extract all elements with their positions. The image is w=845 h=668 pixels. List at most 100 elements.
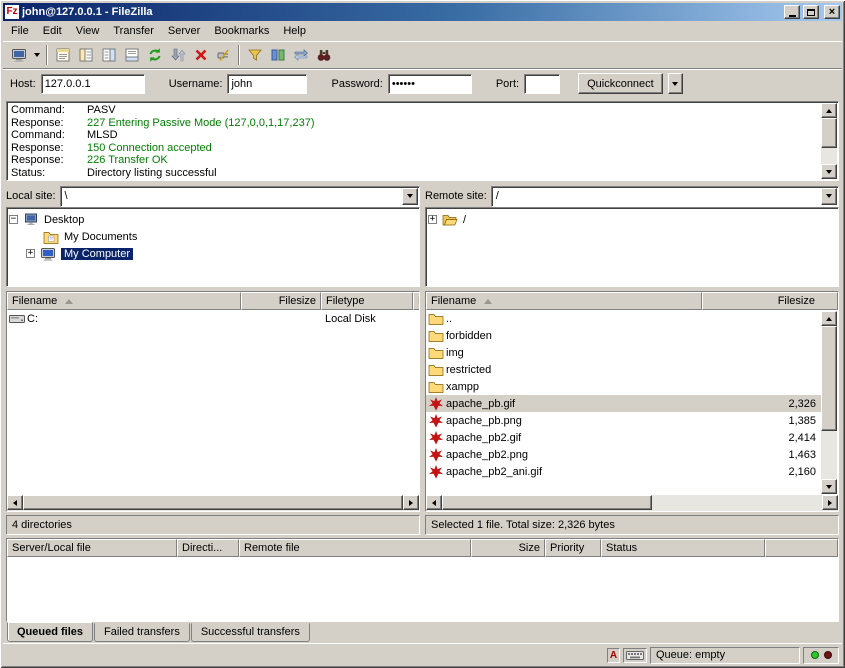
- quickconnect-button[interactable]: Quickconnect: [578, 73, 663, 94]
- remote-tree[interactable]: + /: [425, 207, 839, 287]
- remote-vertical-scrollbar[interactable]: [821, 311, 837, 494]
- scrollbar-thumb[interactable]: [442, 495, 652, 510]
- tree-item-my-documents[interactable]: My Documents: [9, 228, 417, 245]
- scrollbar-thumb[interactable]: [821, 118, 837, 148]
- toggle-queue-button[interactable]: [120, 44, 143, 67]
- send-activity-led-icon: [824, 651, 832, 659]
- menu-transfer[interactable]: Transfer: [106, 22, 161, 40]
- collapse-box-icon[interactable]: −: [9, 215, 18, 224]
- local-horizontal-scrollbar[interactable]: [7, 495, 419, 511]
- compare-button[interactable]: [266, 44, 289, 67]
- minimize-button[interactable]: [784, 5, 800, 19]
- column-header-filename[interactable]: Filename: [426, 292, 702, 310]
- expand-box-icon[interactable]: +: [26, 249, 35, 258]
- folder-row[interactable]: forbidden: [426, 327, 822, 344]
- folder-row[interactable]: img: [426, 344, 822, 361]
- host-input[interactable]: [41, 74, 145, 94]
- local-file-list[interactable]: Filename Filesize Filetype L C: Local Di…: [6, 291, 420, 512]
- folder-row[interactable]: restricted: [426, 361, 822, 378]
- username-input[interactable]: [227, 74, 307, 94]
- tree-item-desktop[interactable]: − Desktop: [9, 211, 417, 228]
- folder-row[interactable]: xampp: [426, 378, 822, 395]
- local-tree[interactable]: − Desktop My Documents + My Computer: [6, 207, 420, 287]
- column-header-filetype[interactable]: Filetype: [321, 292, 413, 310]
- menu-server[interactable]: Server: [161, 22, 207, 40]
- menu-help[interactable]: Help: [276, 22, 313, 40]
- local-list-body[interactable]: C: Local Disk: [7, 310, 419, 495]
- arrow-down-icon: [826, 170, 832, 174]
- scroll-down-button[interactable]: [821, 479, 837, 494]
- tab-successful-transfers[interactable]: Successful transfers: [191, 623, 310, 642]
- file-size: 2,160: [702, 466, 822, 478]
- remote-site-combo[interactable]: /: [491, 186, 839, 207]
- menu-edit[interactable]: Edit: [36, 22, 69, 40]
- sync-browse-button[interactable]: [289, 44, 312, 67]
- scroll-left-button[interactable]: [7, 495, 23, 510]
- column-header-filesize[interactable]: Filesize: [241, 292, 321, 310]
- menu-bookmarks[interactable]: Bookmarks: [207, 22, 276, 40]
- tree-item-my-computer[interactable]: + My Computer: [9, 245, 417, 262]
- scroll-up-button[interactable]: [821, 311, 837, 326]
- tree-item-root[interactable]: + /: [428, 211, 836, 228]
- menu-file[interactable]: File: [4, 22, 36, 40]
- scroll-down-button[interactable]: [821, 164, 837, 179]
- file-row[interactable]: apache_pb.png1,385: [426, 412, 822, 429]
- password-input[interactable]: [388, 74, 472, 94]
- scroll-up-button[interactable]: [821, 103, 837, 118]
- encryption-indicator-icon[interactable]: [623, 648, 647, 663]
- toggle-local-tree-button[interactable]: [74, 44, 97, 67]
- cancel-button[interactable]: [189, 44, 212, 67]
- transfer-queue[interactable]: Server/Local file Directi... Remote file…: [6, 538, 839, 622]
- remote-horizontal-scrollbar[interactable]: [426, 495, 838, 511]
- menu-view[interactable]: View: [69, 22, 107, 40]
- local-site-combo[interactable]: \: [60, 186, 420, 207]
- titlebar[interactable]: Fz john@127.0.0.1 - FileZilla ×: [3, 3, 842, 21]
- queue-body[interactable]: [7, 557, 838, 621]
- tab-failed-transfers[interactable]: Failed transfers: [94, 623, 190, 642]
- expand-box-icon[interactable]: +: [428, 215, 437, 224]
- toggle-remote-tree-button[interactable]: [97, 44, 120, 67]
- remote-file-list[interactable]: Filename Filesize .. forbidden img restr…: [425, 291, 839, 512]
- toggle-message-log-button[interactable]: [51, 44, 74, 67]
- scroll-left-button[interactable]: [426, 495, 442, 510]
- log-scrollbar[interactable]: [821, 103, 837, 179]
- scrollbar-thumb[interactable]: [821, 326, 837, 431]
- file-row-c-drive[interactable]: C: Local Disk: [7, 310, 419, 327]
- column-header-status[interactable]: Status: [601, 539, 765, 557]
- file-row-selected[interactable]: apache_pb.gif2,326: [426, 395, 822, 412]
- process-queue-button[interactable]: [166, 44, 189, 67]
- image-file-icon: [428, 464, 444, 480]
- local-site-dropdown-button[interactable]: [402, 188, 418, 205]
- remote-file-list-pane: Filename Filesize .. forbidden img restr…: [425, 291, 839, 535]
- transfer-type-icon[interactable]: A: [607, 648, 620, 663]
- column-header-remote-file[interactable]: Remote file: [239, 539, 471, 557]
- column-header-filesize[interactable]: Filesize: [702, 292, 838, 310]
- remote-list-body[interactable]: .. forbidden img restricted xampp apache…: [426, 310, 838, 495]
- refresh-button[interactable]: [143, 44, 166, 67]
- port-input[interactable]: [524, 74, 560, 94]
- quickconnect-dropdown-button[interactable]: [668, 73, 683, 94]
- log-line: Response:150 Connection accepted: [11, 142, 818, 155]
- site-manager-dropdown-button[interactable]: [30, 44, 43, 67]
- filter-button[interactable]: [243, 44, 266, 67]
- tab-queued-files[interactable]: Queued files: [7, 622, 93, 642]
- file-row[interactable]: apache_pb2.gif2,414: [426, 429, 822, 446]
- remote-site-dropdown-button[interactable]: [821, 188, 837, 205]
- column-header-priority[interactable]: Priority: [545, 539, 601, 557]
- column-header-filename[interactable]: Filename: [7, 292, 241, 310]
- column-header-direction[interactable]: Directi...: [177, 539, 239, 557]
- scrollbar-thumb[interactable]: [23, 495, 403, 510]
- column-header-size[interactable]: Size: [471, 539, 545, 557]
- column-header-server-local-file[interactable]: Server/Local file: [7, 539, 177, 557]
- folder-row[interactable]: ..: [426, 310, 822, 327]
- maximize-button[interactable]: [803, 5, 819, 19]
- site-manager-button[interactable]: [7, 44, 30, 67]
- file-row[interactable]: apache_pb2.png1,463: [426, 446, 822, 463]
- find-button[interactable]: [312, 44, 335, 67]
- column-header-lastmodified[interactable]: L: [413, 292, 420, 310]
- file-row[interactable]: apache_pb2_ani.gif2,160: [426, 463, 822, 480]
- scroll-right-button[interactable]: [403, 495, 419, 510]
- disconnect-button[interactable]: [212, 44, 235, 67]
- close-button[interactable]: ×: [824, 5, 840, 19]
- scroll-right-button[interactable]: [822, 495, 838, 510]
